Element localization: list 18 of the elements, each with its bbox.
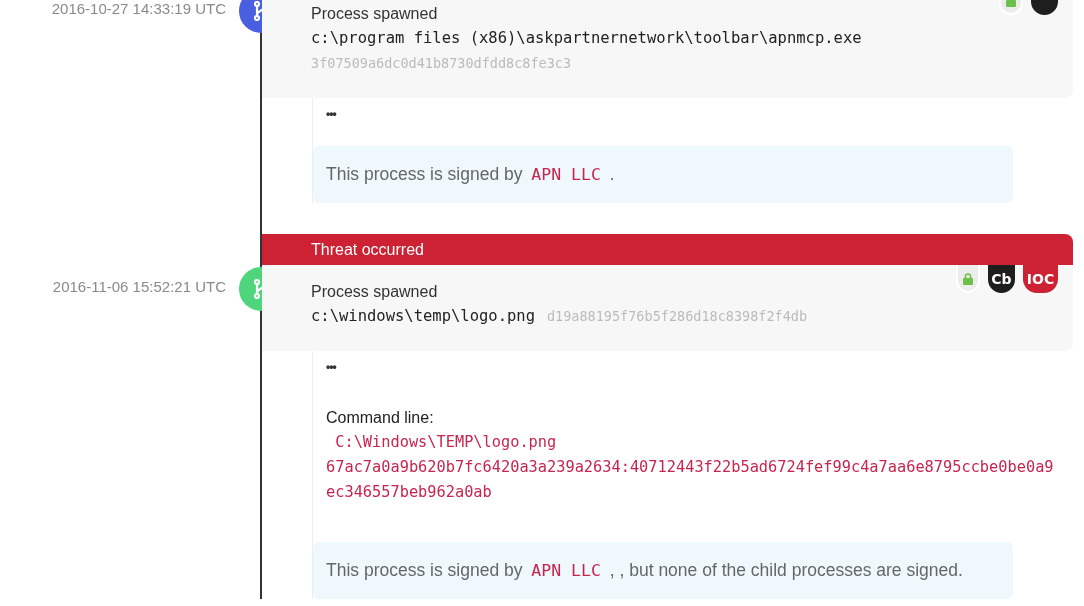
threat-banner: Threat occurred bbox=[262, 234, 1073, 265]
more-dots[interactable]: ••• bbox=[313, 98, 349, 122]
cb-badge: Cb bbox=[988, 265, 1015, 293]
event-title: Process spawned bbox=[311, 282, 438, 302]
event-time: 2016-11-06 15:52:21 UTC bbox=[52, 278, 226, 295]
event-time: 2016-10-27 14:33:19 UTC bbox=[51, 0, 226, 17]
command-line-label: Command line: bbox=[326, 408, 434, 428]
process-path: c:\windows\temp\logo.png bbox=[311, 306, 535, 327]
command-line-text: 67ac7a0a9b620b7fc6420a3a239a2634:40712443f22b5ad6724fef99c4a7aa6e8795ccbe0be0a9ec346557beb962a0ab bbox=[326, 457, 1054, 503]
process-hash: 3f07509a6dc0d41b8730dfdd8c8fe3c3 bbox=[311, 55, 572, 71]
signature-text: This process is signed by APN LLC , , but none of the child processes are signed. bbox=[326, 560, 963, 581]
process-path: c:\program files (x86)\askpartnernetwork\toolbar\apnmcp.exe bbox=[311, 28, 862, 49]
process-hash: d19a88195f76b5f286d18c8398f2f4db bbox=[546, 307, 808, 326]
more-dots[interactable]: ••• bbox=[313, 351, 349, 375]
ioc-badge: IOC bbox=[1023, 265, 1058, 293]
event-title: Process spawned bbox=[311, 4, 438, 24]
signature-text: This process is signed by APN LLC . bbox=[326, 164, 615, 185]
command-line-text: C:\Windows\TEMP\logo.png bbox=[334, 432, 558, 453]
